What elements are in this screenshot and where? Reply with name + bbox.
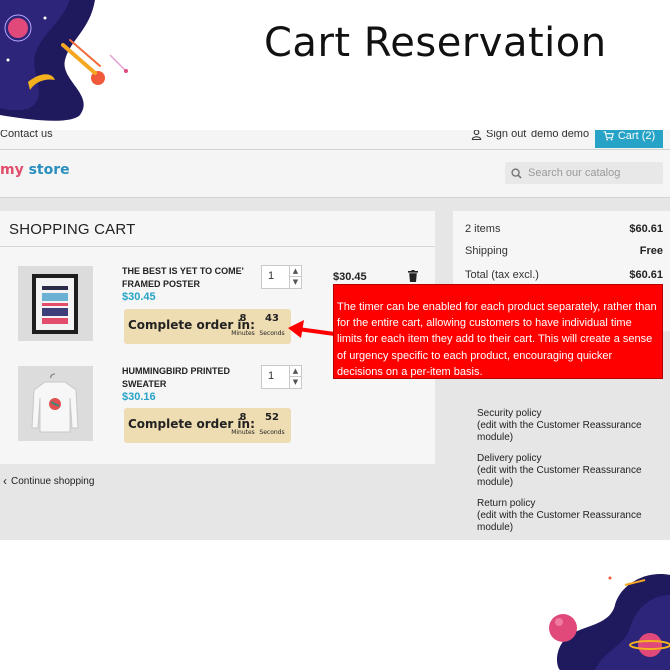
reassurance-desc: (edit with the Customer Reassurance modu… — [477, 465, 642, 488]
trash-icon[interactable] — [408, 270, 418, 282]
banner-title: Cart Reservation — [264, 20, 607, 66]
user-icon — [471, 130, 482, 140]
qty-up-button[interactable]: ▲ — [290, 266, 301, 277]
quantity-value: 1 — [268, 370, 275, 382]
banner: Cart Reservation — [0, 0, 670, 130]
store-header: my store Search our catalog — [0, 150, 670, 198]
summary-shipping-row: Shipping Free — [465, 245, 663, 257]
summary-items-value: $60.61 — [629, 223, 663, 235]
reassurance-block: Security policy (edit with the Customer … — [453, 408, 670, 540]
timer-seconds: 43 — [265, 313, 279, 324]
summary-shipping-value: Free — [639, 245, 663, 257]
timer-minutes-unit: Minutes — [231, 429, 255, 436]
reservation-timer: Complete order in: 8 52 Minutes Seconds — [124, 408, 291, 443]
search-input[interactable]: Search our catalog — [505, 162, 663, 184]
reservation-timer: Complete order in: 8 43 Minutes Seconds — [124, 309, 291, 344]
cart-button-label: Cart (2) — [617, 130, 656, 142]
continue-shopping-link[interactable]: ‹ Continue shopping — [3, 474, 94, 488]
quantity-spinner: ▲ ▼ — [289, 266, 301, 288]
product-price: $30.16 — [122, 391, 156, 403]
quantity-spinner: ▲ ▼ — [289, 366, 301, 388]
top-nav: Contact us Sign out demo demo Cart (2) — [0, 130, 670, 150]
cart-button[interactable]: Cart (2) — [595, 130, 663, 148]
summary-items-row: 2 items $60.61 — [465, 223, 663, 235]
space-decoration-icon — [549, 574, 670, 670]
qty-down-button[interactable]: ▼ — [290, 277, 301, 288]
account-link[interactable]: demo demo — [531, 130, 589, 141]
line-total: $30.45 — [333, 271, 367, 283]
reassurance-title: Security policy — [477, 408, 542, 419]
quantity-stepper[interactable]: 1 ▲ ▼ — [261, 365, 302, 389]
divider — [0, 246, 435, 247]
cart-icon — [603, 131, 614, 141]
summary-total-value: $60.61 — [629, 269, 663, 281]
contact-us-link[interactable]: Contact us — [0, 130, 53, 140]
quantity-value: 1 — [268, 270, 275, 282]
summary-total-row: Total (tax excl.) $60.61 — [465, 269, 663, 281]
qty-down-button[interactable]: ▼ — [290, 377, 301, 388]
timer-seconds: 52 — [265, 412, 279, 423]
reassurance-title: Return policy — [477, 498, 536, 509]
poster-image — [32, 274, 78, 334]
timer-minutes: 8 — [239, 412, 247, 423]
timer-minutes-unit: Minutes — [231, 330, 255, 337]
reassurance-desc: (edit with the Customer Reassurance modu… — [477, 510, 642, 533]
qty-up-button[interactable]: ▲ — [290, 366, 301, 377]
search-placeholder: Search our catalog — [528, 167, 621, 179]
space-decoration-icon — [0, 0, 128, 121]
summary-shipping-label: Shipping — [465, 245, 508, 257]
logo-part-a: my — [0, 162, 24, 178]
reassurance-item: Security policy (edit with the Customer … — [453, 408, 670, 444]
timer-seconds-unit: Seconds — [259, 330, 285, 337]
timer-minutes: 8 — [239, 313, 247, 324]
reassurance-item: Delivery policy (edit with the Customer … — [453, 453, 670, 489]
timer-seconds-unit: Seconds — [259, 429, 285, 436]
reassurance-desc: (edit with the Customer Reassurance modu… — [477, 420, 642, 443]
reassurance-title: Delivery policy — [477, 453, 542, 464]
reassurance-item: Return policy (edit with the Customer Re… — [453, 498, 670, 534]
sweater-image — [31, 373, 79, 433]
product-image-sweater[interactable] — [18, 366, 93, 441]
summary-items-label: 2 items — [465, 223, 501, 235]
continue-shopping-label: Continue shopping — [11, 475, 95, 487]
product-name[interactable]: HUMMINGBIRD PRINTED SWEATER — [122, 365, 252, 391]
feature-callout: The timer can be enabled for each produc… — [333, 284, 663, 379]
product-price: $30.45 — [122, 291, 156, 303]
search-icon — [511, 167, 522, 179]
summary-total-label: Total (tax excl.) — [465, 269, 539, 281]
product-image-poster[interactable] — [18, 266, 93, 341]
product-name[interactable]: THE BEST IS YET TO COME' FRAMED POSTER — [122, 265, 252, 291]
store-logo[interactable]: my store — [0, 162, 70, 178]
sign-out-label: Sign out — [486, 130, 527, 140]
cart-heading: SHOPPING CART — [9, 221, 136, 238]
quantity-stepper[interactable]: 1 ▲ ▼ — [261, 265, 302, 289]
callout-text: The timer can be enabled for each produc… — [337, 301, 657, 378]
chevron-left-icon: ‹ — [3, 474, 7, 488]
logo-part-b: store — [28, 162, 70, 178]
sign-out-link[interactable]: Sign out — [471, 130, 526, 141]
